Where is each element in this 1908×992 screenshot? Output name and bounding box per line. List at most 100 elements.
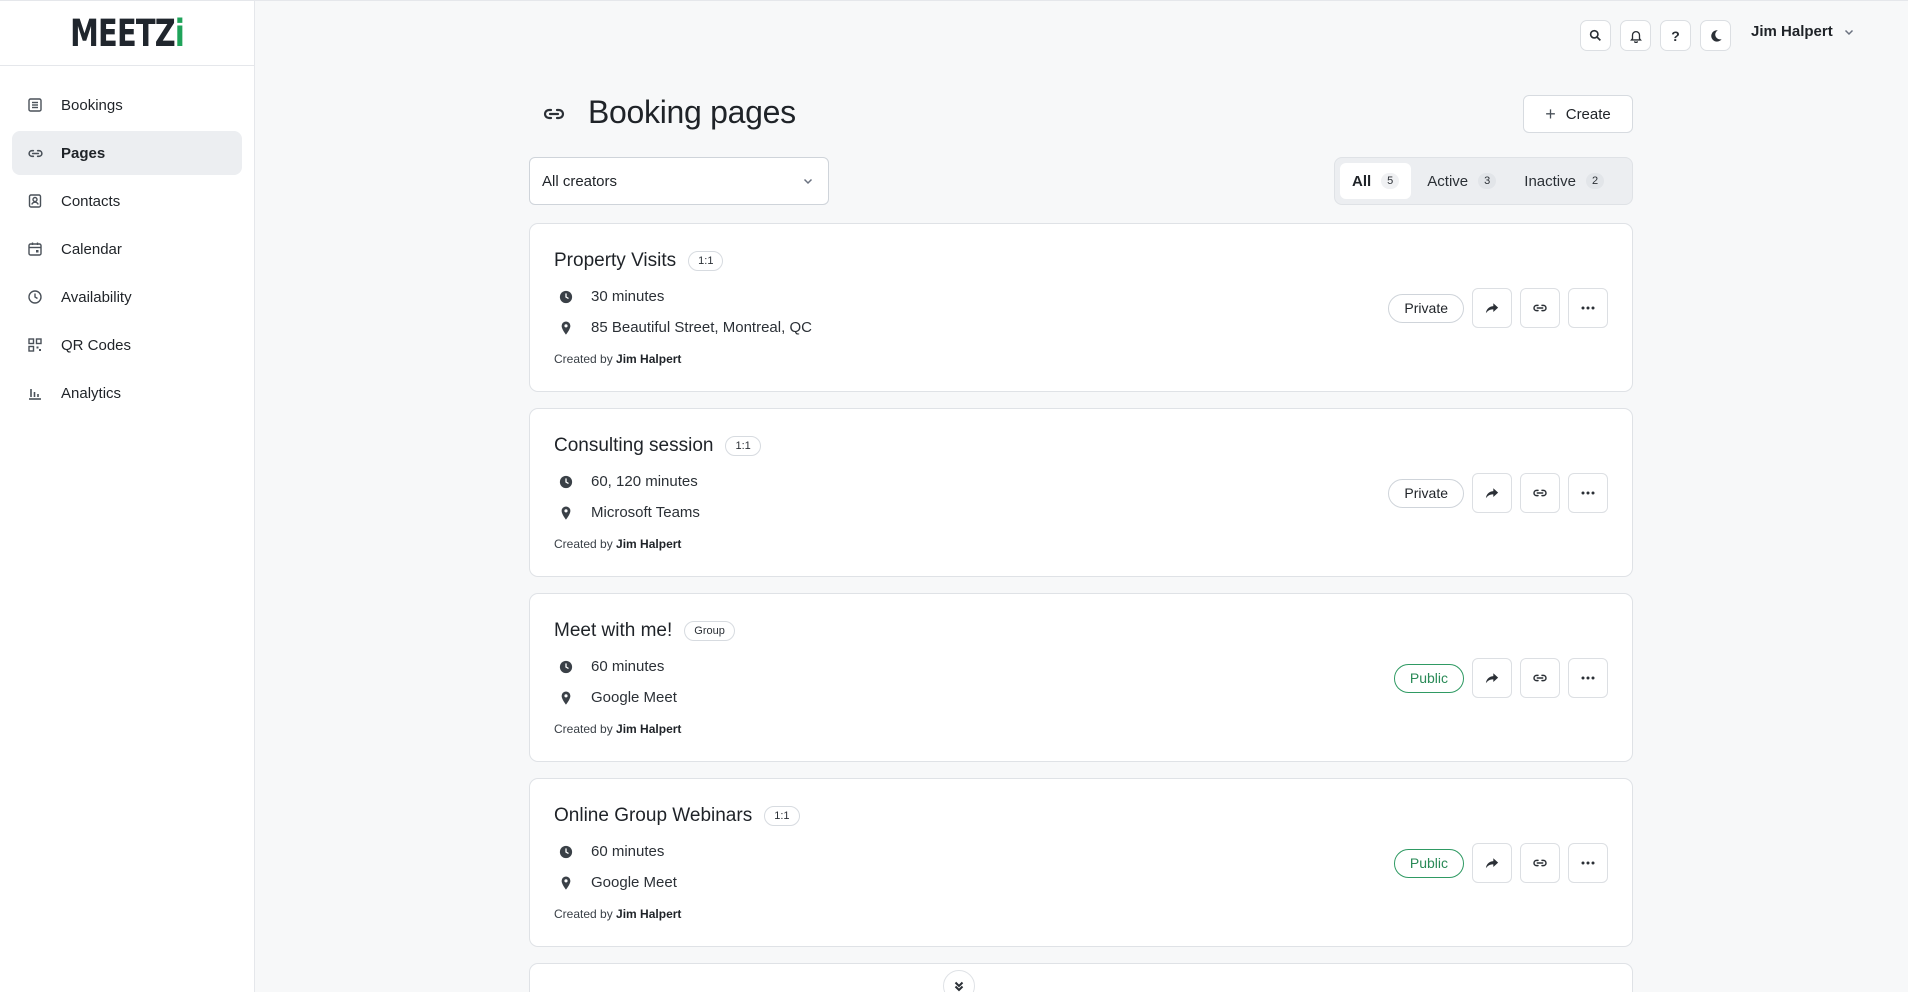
moon-icon	[1710, 29, 1722, 42]
type-badge: 1:1	[688, 251, 724, 271]
created-by: Created by Jim Halpert	[554, 722, 681, 736]
share-button[interactable]	[1472, 658, 1512, 698]
tab-all[interactable]: All 5	[1340, 163, 1412, 199]
link-icon	[1533, 304, 1547, 312]
bell-icon	[1629, 30, 1642, 43]
created-by: Created by Jim Halpert	[554, 537, 681, 551]
map-pin-icon	[559, 505, 573, 520]
map-pin-icon	[559, 690, 573, 705]
share-button[interactable]	[1472, 473, 1512, 513]
logo-text: MEETZi	[70, 11, 185, 55]
visibility-badge[interactable]: Private	[1388, 293, 1464, 323]
tab-label: Active	[1427, 172, 1469, 190]
sidebar-item-bookings[interactable]: Bookings	[12, 83, 242, 127]
created-by: Created by Jim Halpert	[554, 907, 681, 921]
duration-text: 60, 120 minutes	[591, 473, 698, 490]
page-header: Booking pages + Create	[529, 90, 1633, 142]
map-pin-icon	[559, 875, 573, 890]
sidebar-item-qr-codes[interactable]: QR Codes	[12, 323, 242, 367]
search-button[interactable]	[1580, 20, 1611, 51]
booking-page-card[interactable]: Property Visits 1:1 30 minutes 85 Beauti…	[529, 223, 1633, 392]
logo[interactable]: MEETZi	[0, 1, 254, 66]
more-options-button[interactable]	[1568, 843, 1608, 883]
create-button[interactable]: + Create	[1523, 95, 1633, 133]
visibility-badge[interactable]: Public	[1393, 848, 1464, 878]
created-prefix: Created by	[554, 537, 613, 551]
more-options-button[interactable]	[1568, 473, 1608, 513]
share-button[interactable]	[1472, 288, 1512, 328]
duration-row: 60 minutes	[559, 658, 664, 675]
notifications-button[interactable]	[1620, 20, 1651, 51]
copy-link-button[interactable]	[1520, 288, 1560, 328]
location-row: Google Meet	[559, 874, 677, 891]
topbar: ? Jim Halpert	[255, 0, 1908, 68]
chevron-double-down-icon	[954, 981, 964, 992]
share-button[interactable]	[1472, 843, 1512, 883]
clock-icon	[559, 475, 573, 489]
list-icon	[26, 96, 44, 114]
card-title[interactable]: Meet with me!	[554, 620, 672, 642]
card-title[interactable]: Online Group Webinars	[554, 805, 752, 827]
link-icon	[543, 108, 565, 120]
visibility-badge[interactable]: Private	[1388, 478, 1464, 508]
creator-select[interactable]: All creators	[529, 157, 829, 205]
card-actions: Private	[1388, 473, 1608, 513]
type-badge: Group	[684, 621, 735, 641]
ellipsis-icon	[1581, 306, 1595, 310]
user-name: Jim Halpert	[1751, 23, 1833, 40]
search-icon	[1589, 29, 1601, 41]
filter-row: All creators All 5 Active 3 Inactive 2	[529, 157, 1633, 205]
link-icon	[1533, 489, 1547, 497]
more-options-button[interactable]	[1568, 658, 1608, 698]
card-actions: Private	[1388, 288, 1608, 328]
duration-text: 60 minutes	[591, 658, 665, 675]
card-title-row: Online Group Webinars 1:1	[554, 805, 800, 827]
duration-text: 30 minutes	[591, 288, 665, 305]
booking-page-card[interactable]: Consulting session 1:1 60, 120 minutes M…	[529, 408, 1633, 577]
copy-link-button[interactable]	[1520, 473, 1560, 513]
type-badge: 1:1	[725, 436, 761, 456]
visibility-badge[interactable]: Public	[1393, 663, 1464, 693]
ellipsis-icon	[1581, 676, 1595, 680]
location-row: 85 Beautiful Street, Montreal, QC	[559, 319, 812, 336]
qr-code-icon	[26, 336, 44, 354]
sidebar-item-label: Bookings	[61, 96, 123, 114]
booking-page-card[interactable]: Online Group Webinars 1:1 60 minutes Goo…	[529, 778, 1633, 947]
creator-name: Jim Halpert	[616, 537, 682, 551]
duration-row: 60, 120 minutes	[559, 473, 698, 490]
bar-chart-icon	[26, 384, 44, 402]
sidebar-item-analytics[interactable]: Analytics	[12, 371, 242, 415]
sidebar-item-label: Pages	[61, 144, 106, 162]
location-row: Google Meet	[559, 689, 677, 706]
tab-inactive[interactable]: Inactive 2	[1512, 163, 1616, 199]
sidebar-item-contacts[interactable]: Contacts	[12, 179, 242, 223]
booking-page-card[interactable]: Meet with me! Group 60 minutes Google Me…	[529, 593, 1633, 762]
location-text: Microsoft Teams	[591, 504, 700, 521]
sidebar-item-calendar[interactable]: Calendar	[12, 227, 242, 271]
clock-icon	[559, 845, 573, 859]
sidebar-item-label: Analytics	[61, 384, 122, 402]
card-title[interactable]: Property Visits	[554, 250, 676, 272]
copy-link-button[interactable]	[1520, 658, 1560, 698]
sidebar-item-pages[interactable]: Pages	[12, 131, 242, 175]
sidebar-item-availability[interactable]: Availability	[12, 275, 242, 319]
status-filter-tabs: All 5 Active 3 Inactive 2	[1334, 157, 1633, 205]
location-text: Google Meet	[591, 689, 677, 706]
user-menu[interactable]: Jim Halpert	[1751, 23, 1855, 40]
help-button[interactable]: ?	[1660, 20, 1691, 51]
chevron-down-icon	[803, 178, 813, 185]
link-icon	[1533, 859, 1547, 867]
tab-count: 5	[1381, 173, 1400, 189]
duration-row: 30 minutes	[559, 288, 664, 305]
tab-active[interactable]: Active 3	[1415, 163, 1508, 199]
card-title-row: Property Visits 1:1	[554, 250, 724, 272]
calendar-icon	[26, 240, 44, 258]
duration-row: 60 minutes	[559, 843, 664, 860]
help-icon: ?	[1671, 27, 1680, 44]
copy-link-button[interactable]	[1520, 843, 1560, 883]
card-title[interactable]: Consulting session	[554, 435, 713, 457]
booking-page-card[interactable]	[529, 963, 1633, 992]
more-options-button[interactable]	[1568, 288, 1608, 328]
theme-toggle-button[interactable]	[1700, 20, 1731, 51]
link-icon	[26, 144, 44, 162]
